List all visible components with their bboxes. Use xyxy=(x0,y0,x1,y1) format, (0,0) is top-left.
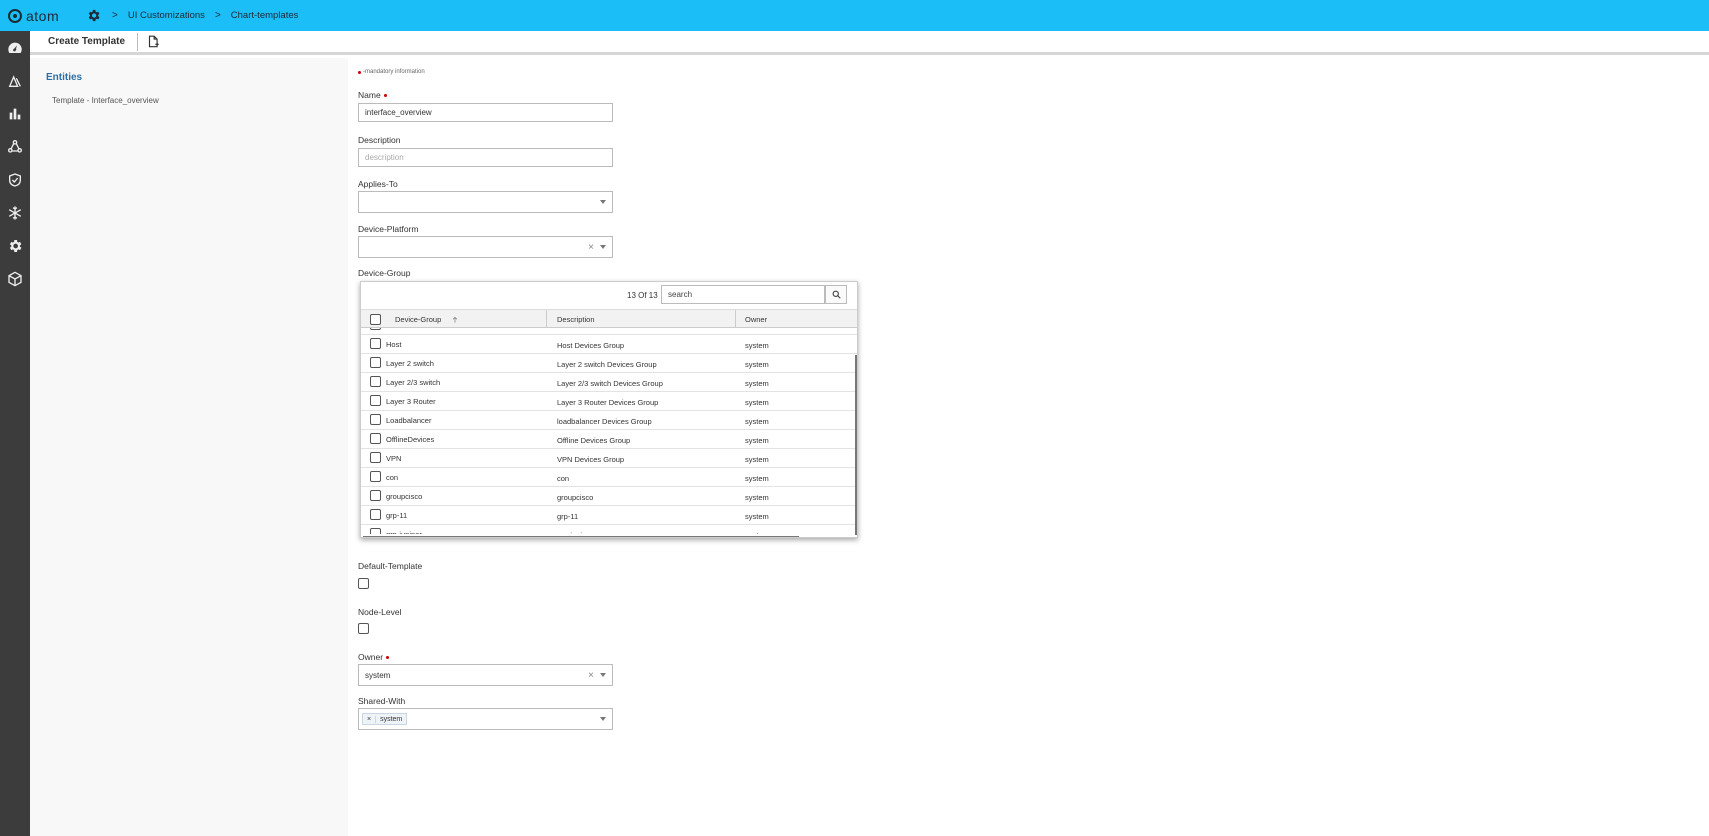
breadcrumb-chevron-icon: > xyxy=(214,10,221,21)
name-input[interactable]: interface_overview xyxy=(358,103,613,122)
device-platform-label: Device-Platform xyxy=(358,224,419,234)
breadcrumb-chevron-icon: > xyxy=(112,10,118,21)
applies-to-label: Applies-To xyxy=(358,179,398,189)
select-all-checkbox[interactable] xyxy=(370,314,381,325)
save-document-icon[interactable] xyxy=(146,35,160,49)
description-label: Description xyxy=(358,135,401,145)
shared-with-select[interactable]: × system xyxy=(358,708,613,730)
grid-body: Host Host Devices Group system Layer 2 s… xyxy=(361,328,857,534)
dropdown-header: 13 Of 13 search xyxy=(361,282,857,309)
applies-to-select[interactable] xyxy=(358,191,613,213)
column-divider xyxy=(735,310,736,329)
bar-chart-icon[interactable] xyxy=(0,97,30,130)
breadcrumb-ui-customizations[interactable]: UI Customizations xyxy=(128,10,205,21)
default-template-label: Default-Template xyxy=(358,561,423,571)
chevron-down-icon xyxy=(600,200,606,204)
row-checkbox[interactable] xyxy=(370,433,381,444)
name-label: Name xyxy=(358,90,389,100)
grid-header: Device-Group Description Owner xyxy=(361,309,857,329)
remove-tag-icon[interactable]: × xyxy=(363,715,377,723)
breadcrumb-chart-templates[interactable]: Chart-templates xyxy=(231,10,299,21)
atom-logo-icon xyxy=(8,8,22,23)
horizontal-scrollbar[interactable] xyxy=(363,536,799,537)
settings-gear-icon[interactable] xyxy=(78,8,108,23)
column-header-device-group[interactable]: Device-Group xyxy=(395,310,459,329)
table-row[interactable]: Host Host Devices Group system xyxy=(361,335,857,354)
search-button[interactable] xyxy=(825,285,847,304)
compliance-shield-icon[interactable] xyxy=(0,163,30,196)
row-checkbox[interactable] xyxy=(370,338,381,349)
table-row[interactable]: groupcisco groupcisco system xyxy=(361,487,857,506)
admin-gear-icon[interactable] xyxy=(0,229,30,262)
required-dot-icon xyxy=(358,70,361,74)
chevron-down-icon xyxy=(600,245,606,249)
node-level-checkbox[interactable] xyxy=(358,623,369,634)
row-checkbox[interactable] xyxy=(370,414,381,425)
toolbar-divider xyxy=(137,32,139,51)
row-checkbox[interactable] xyxy=(370,452,381,463)
vertical-scrollbar[interactable] xyxy=(855,355,857,535)
workflow-nodes-icon[interactable] xyxy=(0,130,30,163)
device-group-dropdown: 13 Of 13 search Device-Group Description… xyxy=(360,281,858,538)
row-checkbox[interactable] xyxy=(370,528,381,534)
entity-item[interactable]: Template - Interface_overview xyxy=(52,96,159,105)
owner-label: Owner xyxy=(358,652,391,662)
row-checkbox[interactable] xyxy=(370,490,381,501)
mandatory-note: -mandatory information xyxy=(358,69,425,75)
dashboard-gauge-icon[interactable] xyxy=(0,31,30,64)
entities-panel: Entities Template - Interface_overview xyxy=(30,58,348,836)
required-dot-icon xyxy=(383,93,387,97)
left-nav xyxy=(0,31,30,836)
chevron-down-icon xyxy=(600,673,606,677)
snowflake-icon[interactable] xyxy=(0,196,30,229)
row-checkbox[interactable] xyxy=(370,509,381,520)
clear-icon[interactable]: × xyxy=(588,242,594,253)
entities-title: Entities xyxy=(46,72,83,83)
device-platform-select[interactable]: × xyxy=(358,236,613,258)
table-row[interactable]: Layer 2 switch Layer 2 switch Devices Gr… xyxy=(361,354,857,373)
result-count: 13 Of 13 xyxy=(627,291,658,300)
top-bar: atom > UI Customizations > Chart-templat… xyxy=(0,0,1709,31)
node-level-label: Node-Level xyxy=(358,607,402,617)
toolbar: Create Template xyxy=(30,31,1709,55)
sort-ascending-icon xyxy=(453,316,458,323)
table-row[interactable]: grp-juniper grp-juniper system xyxy=(361,525,857,534)
default-template-checkbox[interactable] xyxy=(358,578,369,589)
table-row[interactable] xyxy=(361,328,857,335)
atom-logo[interactable]: atom xyxy=(0,8,78,24)
row-checkbox[interactable] xyxy=(370,395,381,406)
table-row[interactable]: con con system xyxy=(361,468,857,487)
page-title: Create Template xyxy=(48,36,126,47)
table-row[interactable]: Layer 2/3 switch Layer 2/3 switch Device… xyxy=(361,373,857,392)
column-header-description[interactable]: Description xyxy=(557,310,595,329)
required-dot-icon xyxy=(386,655,390,659)
column-header-owner[interactable]: Owner xyxy=(745,310,767,329)
table-row[interactable]: Layer 3 Router Layer 3 Router Devices Gr… xyxy=(361,392,857,411)
column-divider xyxy=(546,310,547,329)
chevron-down-icon xyxy=(600,717,606,721)
shared-with-label: Shared-With xyxy=(358,696,406,706)
package-cube-icon[interactable] xyxy=(0,262,30,295)
table-row[interactable]: grp-11 grp-11 system xyxy=(361,506,857,525)
row-checkbox[interactable] xyxy=(370,357,381,368)
topology-shapes-icon[interactable] xyxy=(0,64,30,97)
search-icon xyxy=(832,290,841,299)
device-group-label: Device-Group xyxy=(358,268,411,278)
table-row[interactable]: Loadbalancer loadbalancer Devices Group … xyxy=(361,411,857,430)
clear-icon[interactable]: × xyxy=(588,670,594,681)
owner-select[interactable]: system × xyxy=(358,664,613,686)
row-checkbox[interactable] xyxy=(370,471,381,482)
shared-with-tag: × system xyxy=(362,713,408,725)
device-group-search-input[interactable]: search xyxy=(661,285,825,304)
description-input[interactable]: description xyxy=(358,148,613,167)
table-row[interactable]: OfflineDevices Offline Devices Group sys… xyxy=(361,430,857,449)
row-checkbox[interactable] xyxy=(370,376,381,387)
table-row[interactable]: VPN VPN Devices Group system xyxy=(361,449,857,468)
row-checkbox[interactable] xyxy=(370,328,381,330)
brand-name: atom xyxy=(26,7,60,24)
